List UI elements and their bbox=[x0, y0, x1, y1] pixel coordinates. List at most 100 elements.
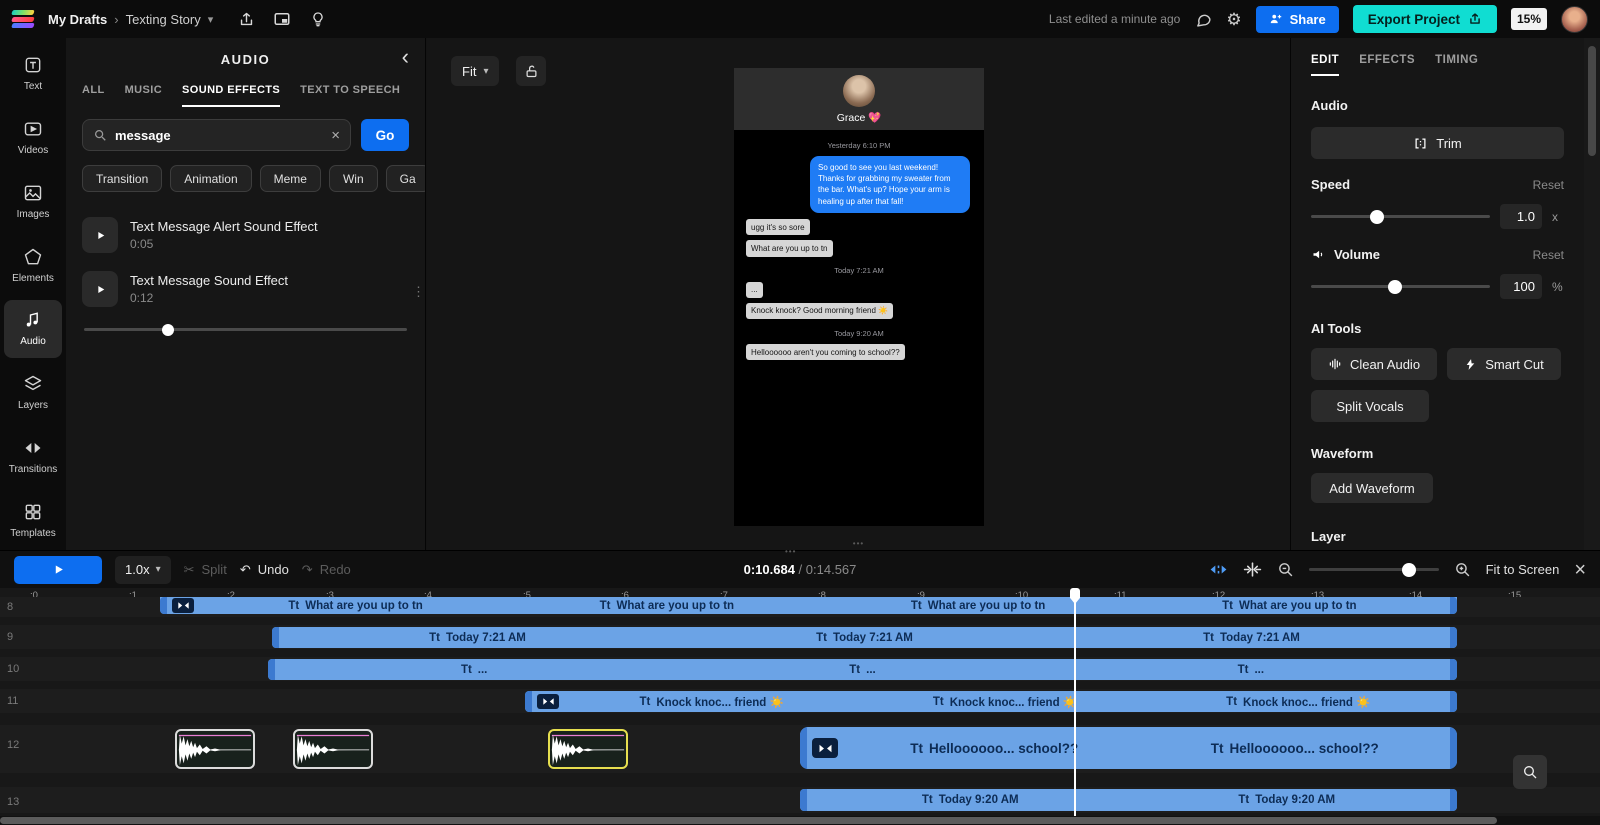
play-preview-button[interactable] bbox=[82, 217, 118, 253]
audio-clip-thumbnail[interactable] bbox=[293, 729, 373, 769]
list-item[interactable]: Text Message Alert Sound Effect 0:05 bbox=[66, 208, 425, 262]
settings-gear-icon[interactable]: ⚙ bbox=[1226, 11, 1241, 28]
zoom-in-icon[interactable] bbox=[1454, 561, 1471, 578]
canvas-resize-handle[interactable]: ••• bbox=[853, 539, 864, 548]
zoom-slider-knob[interactable] bbox=[1402, 562, 1417, 577]
canvas-fit-dropdown[interactable]: Fit ▾ bbox=[451, 56, 500, 86]
message-thread: Yesterday 6:10 PM So good to see you las… bbox=[734, 130, 984, 526]
chip-meme[interactable]: Meme bbox=[259, 165, 321, 192]
timeline[interactable]: :0 :1 :2 :3 :4 :5 :6 :7 :8 :9 :10 :11 :1… bbox=[0, 588, 1600, 817]
sound-results-list: Text Message Alert Sound Effect 0:05 Tex… bbox=[66, 208, 425, 336]
collapse-panel-icon[interactable]: ‹ bbox=[402, 44, 409, 70]
undo-button[interactable]: ↶ Undo bbox=[240, 562, 289, 578]
volume-slider-knob[interactable] bbox=[1387, 279, 1402, 294]
snapping-toggle-icon[interactable] bbox=[1209, 560, 1228, 579]
tab-effects[interactable]: EFFECTS bbox=[1359, 54, 1415, 76]
sidebar-item-elements[interactable]: Elements bbox=[4, 236, 62, 295]
timeline-horizontal-scrollbar[interactable] bbox=[0, 816, 1600, 825]
zoom-out-icon[interactable] bbox=[1277, 561, 1294, 578]
timeline-clip-text[interactable]: Tt Helloooooo... school?? Tt Helloooooo...… bbox=[800, 727, 1457, 769]
timeline-search-button[interactable] bbox=[1513, 755, 1547, 789]
timeline-clip-text[interactable]: Tt... Tt... Tt... bbox=[268, 659, 1457, 680]
sidebar-item-text[interactable]: Text bbox=[4, 44, 62, 103]
speed-slider-knob[interactable] bbox=[1370, 209, 1385, 224]
sidebar-item-layers[interactable]: Layers bbox=[4, 363, 62, 422]
search-box[interactable]: × bbox=[82, 119, 351, 151]
smart-cut-button[interactable]: Smart Cut bbox=[1447, 348, 1561, 380]
transition-icon[interactable] bbox=[172, 598, 194, 613]
panel-resize-handle[interactable]: ⋮ bbox=[412, 284, 425, 300]
scrollbar-thumb[interactable] bbox=[1588, 46, 1596, 156]
scrollbar-thumb[interactable] bbox=[0, 817, 1497, 824]
close-icon[interactable]: × bbox=[1574, 560, 1586, 580]
chip-game[interactable]: Ga bbox=[385, 165, 425, 192]
playhead[interactable] bbox=[1070, 588, 1080, 817]
volume-reset-button[interactable]: Reset bbox=[1533, 248, 1564, 262]
speed-slider[interactable] bbox=[1311, 209, 1490, 224]
play-icon bbox=[97, 285, 104, 293]
tab-text-to-speech[interactable]: TEXT TO SPEECH bbox=[300, 84, 400, 107]
timeline-clip-text[interactable]: Tt What are you up to tn Tt What are you u… bbox=[160, 597, 1457, 614]
preview-progress-slider[interactable] bbox=[84, 323, 407, 336]
chip-win[interactable]: Win bbox=[328, 165, 378, 192]
sidebar-item-videos[interactable]: Videos bbox=[4, 108, 62, 167]
transition-icon[interactable] bbox=[537, 694, 559, 709]
volume-label: Volume bbox=[1334, 247, 1380, 262]
tab-sound-effects[interactable]: SOUND EFFECTS bbox=[182, 84, 281, 107]
chip-transition[interactable]: Transition bbox=[82, 165, 163, 192]
speed-reset-button[interactable]: Reset bbox=[1533, 178, 1564, 192]
volume-slider[interactable] bbox=[1311, 279, 1490, 294]
sidebar-item-templates[interactable]: Templates bbox=[4, 491, 62, 550]
add-waveform-button[interactable]: Add Waveform bbox=[1311, 473, 1433, 503]
lock-toggle-button[interactable] bbox=[516, 56, 546, 86]
breadcrumb-my-drafts[interactable]: My Drafts bbox=[48, 12, 107, 27]
tab-edit[interactable]: EDIT bbox=[1311, 54, 1340, 76]
timeline-clip-text[interactable]: Tt Today 9:20 AM Tt Today 9:20 AM bbox=[800, 789, 1457, 811]
sidebar-item-audio[interactable]: Audio bbox=[4, 299, 62, 359]
fit-to-screen-button[interactable]: Fit to Screen bbox=[1486, 562, 1560, 577]
share-button[interactable]: Share bbox=[1255, 5, 1339, 33]
kapwing-logo-icon[interactable] bbox=[11, 9, 38, 29]
timeline-zoom-slider[interactable] bbox=[1308, 562, 1439, 577]
upgrade-percent-badge[interactable]: 15% bbox=[1511, 8, 1547, 30]
sidebar-item-images[interactable]: Images bbox=[4, 172, 62, 231]
preview-slider-knob[interactable] bbox=[161, 323, 174, 336]
clear-search-icon[interactable]: × bbox=[331, 128, 340, 143]
timeline-clip-text[interactable]: Tt Today 7:21 AM Tt Today 7:21 AM Tt Today … bbox=[272, 627, 1457, 648]
speed-value-field[interactable]: 1.0 bbox=[1500, 204, 1542, 229]
split-button[interactable]: ✂ Split bbox=[184, 562, 227, 578]
audio-clip-thumbnail-selected[interactable] bbox=[548, 729, 628, 769]
export-project-button[interactable]: Export Project bbox=[1352, 5, 1497, 33]
list-item[interactable]: Text Message Sound Effect 0:12 bbox=[66, 262, 425, 316]
tab-timing[interactable]: TIMING bbox=[1435, 54, 1478, 76]
center-playhead-icon[interactable] bbox=[1243, 560, 1262, 579]
clean-audio-button[interactable]: Clean Audio bbox=[1311, 348, 1437, 380]
playback-speed-dropdown[interactable]: 1.0x ▾ bbox=[115, 555, 171, 584]
tab-all[interactable]: ALL bbox=[82, 84, 105, 107]
transition-icon[interactable] bbox=[812, 738, 838, 758]
user-avatar[interactable] bbox=[1561, 5, 1588, 33]
search-go-button[interactable]: Go bbox=[361, 119, 409, 151]
lightbulb-icon[interactable] bbox=[309, 10, 327, 28]
timeline-resize-handle[interactable]: ••• bbox=[785, 547, 796, 556]
search-input[interactable] bbox=[115, 127, 324, 143]
video-preview[interactable]: Grace 💖 Yesterday 6:10 PM So good to see… bbox=[734, 68, 984, 526]
upload-icon[interactable] bbox=[237, 10, 255, 28]
trim-button[interactable]: Trim bbox=[1311, 127, 1564, 159]
sidebar-item-transitions[interactable]: Transitions bbox=[4, 427, 62, 486]
comments-icon[interactable] bbox=[1194, 10, 1212, 28]
chip-animation[interactable]: Animation bbox=[170, 165, 252, 192]
split-vocals-button[interactable]: Split Vocals bbox=[1311, 390, 1429, 422]
timeline-clip-text[interactable]: Tt Knock knoc... friend ☀️ Tt Knock knoc..… bbox=[525, 691, 1457, 712]
picture-in-picture-icon[interactable] bbox=[273, 10, 291, 28]
breadcrumb-project-title[interactable]: Texting Story bbox=[126, 12, 201, 27]
audio-clip-thumbnail[interactable] bbox=[175, 729, 255, 769]
redo-button[interactable]: ↷ Redo bbox=[302, 562, 351, 578]
volume-value-field[interactable]: 100 bbox=[1500, 274, 1542, 299]
tab-music[interactable]: MUSIC bbox=[125, 84, 162, 107]
right-panel-scrollbar[interactable] bbox=[1584, 38, 1600, 550]
chevron-down-icon[interactable]: ▾ bbox=[208, 13, 214, 26]
play-button[interactable] bbox=[14, 555, 102, 584]
audio-icon bbox=[26, 312, 38, 327]
play-preview-button[interactable] bbox=[82, 271, 118, 307]
